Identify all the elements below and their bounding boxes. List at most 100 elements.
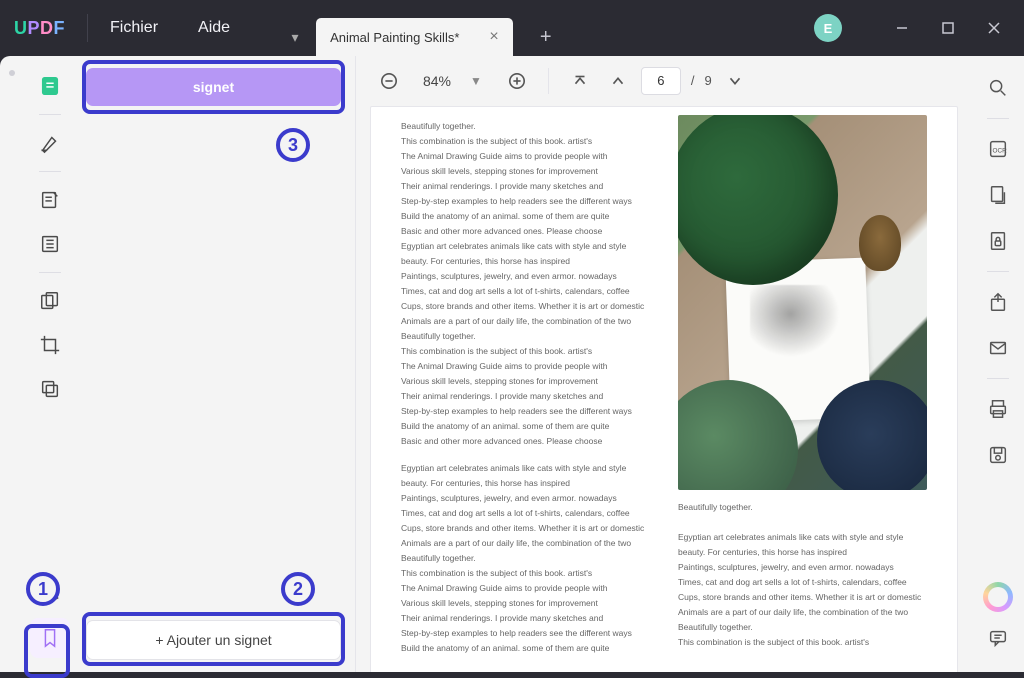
previous-page-button[interactable] [603,66,633,96]
document-viewport[interactable]: Beautifully together.This combination is… [356,106,972,672]
body-text-line: beauty. For centuries, this horse has in… [678,545,927,560]
page-separator: / [691,73,695,88]
body-text-line: This combination is the subject of this … [401,566,650,581]
body-text-line: Egyptian art celebrates animals like cat… [678,530,927,545]
body-text-line: This combination is the subject of this … [678,635,927,650]
body-text-line [678,515,927,530]
bookmarks-panel: signet 3 + Ajouter un signet 1 2 [76,56,356,672]
body-text-line: Various skill levels, stepping stones fo… [401,374,650,389]
add-bookmark-button[interactable]: + Ajouter un signet [86,620,341,660]
highlighter-tool-button[interactable] [30,123,70,163]
document-tab[interactable]: Animal Painting Skills* × [316,18,513,56]
menu-file[interactable]: Fichier [110,19,158,37]
body-text-line: Beautifully together. [678,500,927,515]
body-text-line: Various skill levels, stepping stones fo… [401,164,650,179]
document-toolbar: 84% ▼ / 9 [356,56,972,106]
body-text-line: Beautifully together. [401,329,650,344]
bookmarks-panel-button[interactable] [30,618,70,658]
bookmark-item[interactable]: signet [86,68,341,106]
body-text-line: Step-by-step examples to help readers se… [401,194,650,209]
convert-button[interactable] [978,175,1018,215]
body-text-line: Their animal renderings. I provide many … [401,611,650,626]
share-button[interactable] [978,282,1018,322]
body-text-line: Build the anatomy of an animal. some of … [401,641,650,656]
protect-button[interactable] [978,221,1018,261]
body-text-line: Beautifully together. [678,620,927,635]
body-text-line: Cups, store brands and other items. Whet… [401,521,650,536]
body-text-line: Build the anatomy of an animal. some of … [401,419,650,434]
ai-assistant-button[interactable] [983,582,1013,612]
body-text-line: Cups, store brands and other items. Whet… [401,299,650,314]
tab-overflow-caret[interactable]: ▾ [280,18,310,56]
illustration-photo [678,115,927,490]
body-text-line: Egyptian art celebrates animals like cat… [401,461,650,476]
zoom-in-button[interactable] [502,66,532,96]
panel-collapse-handle[interactable] [0,56,24,672]
organize-pages-button[interactable] [30,281,70,321]
body-text-line: Beautifully together. [401,119,650,134]
save-button[interactable] [978,435,1018,475]
window-maximize-button[interactable] [932,12,964,44]
email-button[interactable] [978,328,1018,368]
zoom-dropdown-caret[interactable]: ▼ [470,74,482,88]
body-text-line: Their animal renderings. I provide many … [401,389,650,404]
zoom-value: 84% [418,73,456,89]
edit-text-tool-button[interactable] [30,180,70,220]
body-text-line: Step-by-step examples to help readers se… [401,404,650,419]
body-text-line: The Animal Drawing Guide aims to provide… [401,359,650,374]
layers-button[interactable] [30,574,70,614]
reader-mode-button[interactable] [30,66,70,106]
body-text-line: Animals are a part of our daily life, th… [401,536,650,551]
svg-text:OCR: OCR [993,148,1008,155]
search-button[interactable] [978,68,1018,108]
body-text-line: Various skill levels, stepping stones fo… [401,596,650,611]
window-close-button[interactable] [978,12,1010,44]
left-toolbar [24,56,76,672]
body-text-line: This combination is the subject of this … [401,134,650,149]
print-button[interactable] [978,389,1018,429]
ocr-button[interactable]: OCR [978,129,1018,169]
user-avatar[interactable]: E [814,14,842,42]
batch-tool-button[interactable] [30,369,70,409]
body-text-line: Paintings, sculptures, jewelry, and even… [678,560,927,575]
body-text-line: Their animal renderings. I provide many … [401,179,650,194]
menu-help[interactable]: Aide [198,19,230,37]
window-minimize-button[interactable] [886,12,918,44]
body-text-line: This combination is the subject of this … [401,344,650,359]
body-text-line: Animals are a part of our daily life, th… [401,314,650,329]
body-text-line: Basic and other more advanced ones. Plea… [401,434,650,449]
page-layout-tool-button[interactable] [30,224,70,264]
body-text-line: Animals are a part of our daily life, th… [678,605,927,620]
app-logo: UPDF [14,18,65,39]
page-total: 9 [705,73,712,88]
callout-marker-2: 2 [281,572,315,606]
first-page-button[interactable] [565,66,595,96]
page-number-input[interactable] [641,67,681,95]
zoom-out-button[interactable] [374,66,404,96]
body-text-line: Paintings, sculptures, jewelry, and even… [401,269,650,284]
body-text-line: Times, cat and dog art sells a lot of t-… [401,284,650,299]
body-text-line: beauty. For centuries, this horse has in… [401,476,650,491]
comments-button[interactable] [978,618,1018,658]
next-page-button[interactable] [720,66,750,96]
body-text-line: Egyptian art celebrates animals like cat… [401,239,650,254]
body-text-line: Times, cat and dog art sells a lot of t-… [401,506,650,521]
body-text-line: Paintings, sculptures, jewelry, and even… [401,491,650,506]
body-text-line: The Animal Drawing Guide aims to provide… [401,149,650,164]
new-tab-button[interactable]: + [529,18,563,56]
body-text-line: Build the anatomy of an animal. some of … [401,209,650,224]
crop-tool-button[interactable] [30,325,70,365]
right-toolbar: OCR [972,56,1024,672]
body-text-line: Beautifully together. [401,551,650,566]
titlebar: UPDF Fichier Aide ▾ Animal Painting Skil… [0,0,1024,56]
callout-marker-3: 3 [276,128,310,162]
body-text-line: beauty. For centuries, this horse has in… [401,254,650,269]
body-text-line: Basic and other more advanced ones. Plea… [401,224,650,239]
body-text-line: Step-by-step examples to help readers se… [401,626,650,641]
document-tab-title: Animal Painting Skills* [330,30,459,45]
close-tab-icon[interactable]: × [489,28,498,46]
body-text-line: Cups, store brands and other items. Whet… [678,590,927,605]
body-text-line: Times, cat and dog art sells a lot of t-… [678,575,927,590]
body-text-line: The Animal Drawing Guide aims to provide… [401,581,650,596]
document-page: Beautifully together.This combination is… [370,106,958,672]
